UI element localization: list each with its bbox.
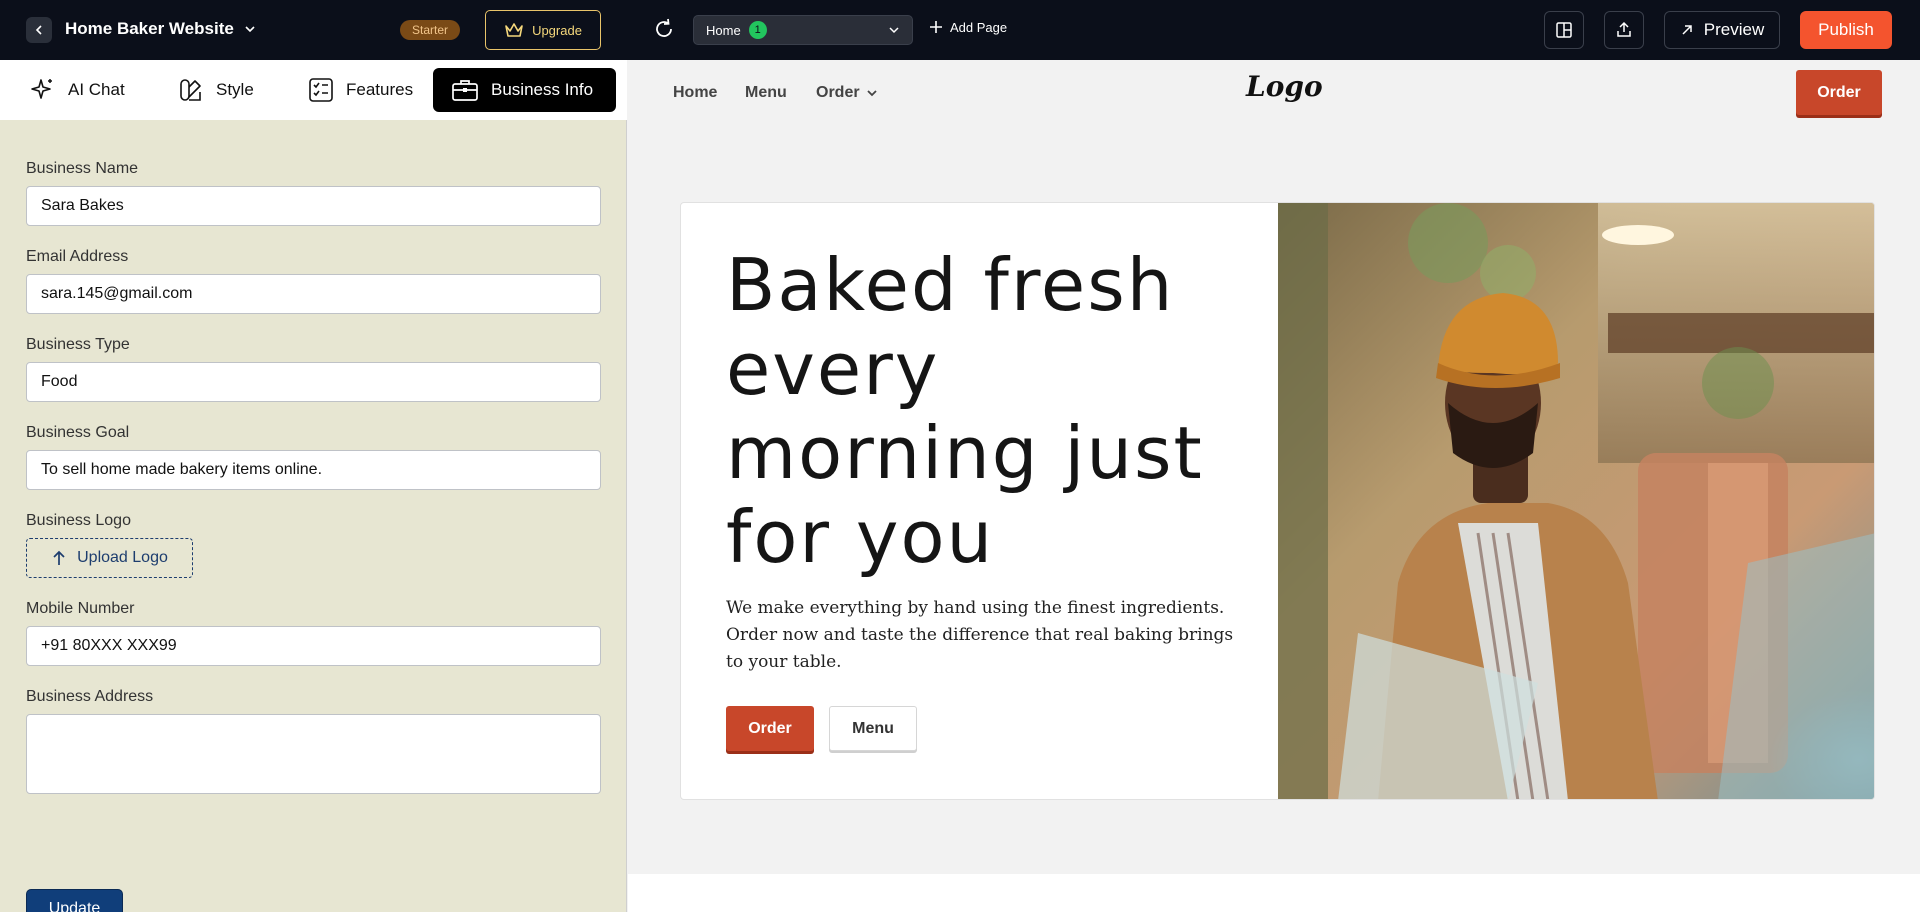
- site-selector[interactable]: Home Baker Website: [65, 19, 256, 39]
- briefcase-icon: [452, 80, 478, 101]
- hero-title: Baked fresh every morning just for you: [726, 243, 1204, 579]
- page-count-badge: 1: [748, 21, 767, 39]
- upload-icon: [1617, 21, 1631, 37]
- hero-baker-image: [1278, 203, 1874, 799]
- business-logo-label: Business Logo: [26, 512, 131, 529]
- business-goal-label: Business Goal: [26, 424, 130, 441]
- tab-label: AI Chat: [68, 80, 125, 99]
- share-button[interactable]: [1604, 11, 1644, 49]
- preview-order-button[interactable]: Order: [1796, 70, 1882, 115]
- plus-icon: [930, 21, 942, 33]
- tab-style[interactable]: Style: [160, 68, 272, 112]
- plan-badge: Starter: [400, 20, 461, 40]
- preview-nav-order[interactable]: Order: [816, 84, 878, 102]
- preview-label: Preview: [1703, 20, 1765, 39]
- sparkle-icon: [31, 79, 52, 99]
- business-type-input[interactable]: Food: [26, 362, 601, 402]
- preview-nav-home[interactable]: Home: [673, 84, 717, 102]
- tab-ai-chat[interactable]: AI Chat: [12, 68, 143, 112]
- update-button[interactable]: Update: [26, 889, 123, 912]
- preview-nav-order-label: Order: [816, 84, 860, 101]
- preview-button[interactable]: Preview: [1664, 11, 1780, 49]
- email-label: Email Address: [26, 248, 129, 265]
- add-page-button[interactable]: Add Page: [928, 19, 1007, 35]
- checklist-icon: [309, 78, 333, 102]
- business-goal-input[interactable]: To sell home made bakery items online.: [26, 450, 601, 490]
- back-button[interactable]: [26, 17, 52, 43]
- tab-features[interactable]: Features: [290, 68, 431, 112]
- business-type-label: Business Type: [26, 336, 130, 353]
- email-input[interactable]: sara.145@gmail.com: [26, 274, 601, 314]
- business-name-label: Business Name: [26, 160, 139, 177]
- page-select-value: Home: [706, 22, 741, 38]
- layout-icon: [1556, 22, 1572, 38]
- chevron-down-icon: [245, 26, 255, 33]
- editor-panel: AI Chat Style Features Business Info Bus…: [0, 60, 627, 912]
- preview-nav-menu[interactable]: Menu: [745, 84, 787, 102]
- upgrade-label: Upgrade: [532, 22, 582, 38]
- refresh-icon: [656, 18, 672, 37]
- hero-order-button[interactable]: Order: [726, 706, 814, 751]
- mobile-label: Mobile Number: [26, 600, 135, 617]
- upload-logo-label: Upload Logo: [77, 549, 168, 566]
- editor-tabs: AI Chat Style Features Business Info: [0, 60, 627, 120]
- refresh-button[interactable]: [652, 17, 676, 41]
- hero-section: Baked fresh every morning just for you W…: [680, 202, 1875, 800]
- business-info-form: Business Name Sara Bakes Email Address s…: [26, 160, 601, 794]
- tab-label: Business Info: [491, 80, 594, 99]
- palette-icon: [180, 79, 201, 101]
- arrow-up-icon: [53, 550, 65, 565]
- chevron-down-icon: [866, 90, 877, 97]
- layout-button[interactable]: [1544, 11, 1584, 49]
- hero-menu-button[interactable]: Menu: [829, 706, 917, 751]
- chevron-down-icon: [889, 27, 899, 34]
- chevron-left-icon: [35, 25, 42, 35]
- top-bar: Home Baker Website Starter Upgrade Home …: [0, 0, 1920, 60]
- site-logo: Logo: [1246, 70, 1323, 103]
- arrow-up-right-icon: [1682, 25, 1692, 35]
- hero-subtitle: We make everything by hand using the fin…: [726, 598, 1234, 672]
- upgrade-button[interactable]: Upgrade: [485, 10, 601, 50]
- tab-label: Style: [216, 80, 254, 99]
- add-page-label: Add Page: [950, 19, 1008, 35]
- publish-button[interactable]: Publish: [1800, 11, 1892, 49]
- address-textarea[interactable]: [26, 714, 601, 794]
- upload-logo-button[interactable]: Upload Logo: [26, 538, 193, 578]
- business-name-input[interactable]: Sara Bakes: [26, 186, 601, 226]
- address-label: Business Address: [26, 688, 154, 705]
- tab-business-info[interactable]: Business Info: [433, 68, 616, 112]
- page-select[interactable]: Home 1: [693, 15, 913, 45]
- tab-label: Features: [346, 80, 414, 99]
- next-section-strip: [628, 874, 1920, 912]
- site-title: Home Baker Website: [65, 19, 234, 38]
- crown-icon: [505, 23, 523, 37]
- mobile-input[interactable]: +91 80XXX XXX99: [26, 626, 601, 666]
